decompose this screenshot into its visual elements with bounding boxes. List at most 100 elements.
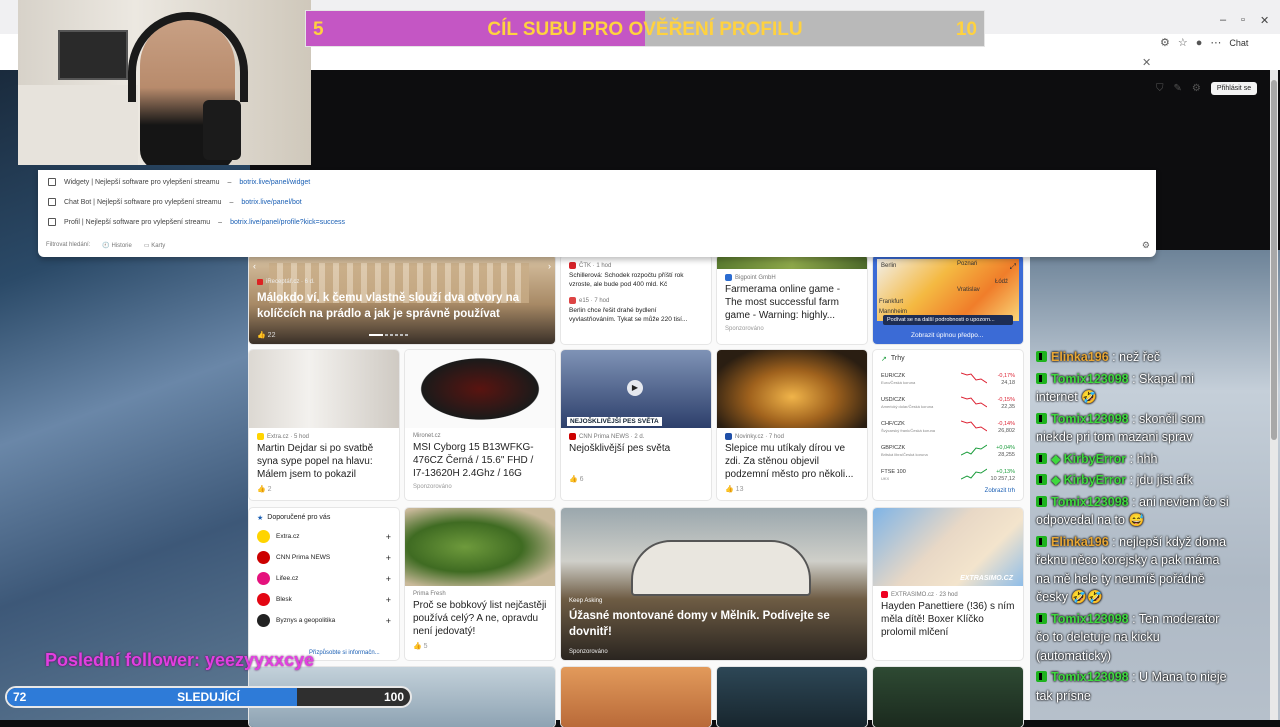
market-row[interactable]: GBP/CZK Britská libra/Česká koruna +0,04% 2… <box>881 437 1015 459</box>
diamond-badge-icon: ◆ <box>1051 451 1061 466</box>
weather-forecast-link[interactable]: Zobrazit úplnou předpo... <box>911 332 983 339</box>
homes-title[interactable]: Úžasné montované domy v Mělník. Podívejt… <box>569 608 839 640</box>
recommended-source[interactable]: Extra.cz + <box>257 530 391 543</box>
maximize-icon[interactable]: ▫ <box>1241 14 1245 26</box>
farmerama-title[interactable]: Farmerama online game - The most success… <box>725 283 859 322</box>
hero-article-card[interactable]: ‹ › iReceptář.cz · 6 d. Málokdo ví, k če… <box>249 255 555 344</box>
suggestion-bot[interactable]: Chat Bot | Nejlepší software pro vylepše… <box>48 198 302 206</box>
msi-title[interactable]: MSI Cyborg 15 B13WFKG-476CZ Černá / 15.6… <box>413 441 547 480</box>
weather-card[interactable]: Berlin Poznań Vratislav Frankfurt Mannhe… <box>873 255 1023 344</box>
markets-icon: ↗ <box>881 356 887 363</box>
dejdar-likes[interactable]: 👍 2 <box>257 485 391 493</box>
follow-plus-icon[interactable]: + <box>386 553 391 563</box>
news-list-card[interactable]: ČTK · 1 hod Schillerová: Schodek rozpočt… <box>561 255 711 344</box>
chevron-right-icon[interactable]: › <box>548 261 551 271</box>
article-card-hayden[interactable]: EXTRASIMO.CZ EXTRASIMO.cz · 23 hod Hayde… <box>873 508 1023 660</box>
chevron-left-icon[interactable]: ‹ <box>253 261 256 271</box>
weather-map[interactable]: Berlin Poznań Vratislav Frankfurt Mannhe… <box>877 259 1019 321</box>
homes-ad-card[interactable]: Keep Asking Úžasné montované domy v Měln… <box>561 508 867 660</box>
market-pair-sub: Euro/Česká koruna <box>881 380 916 385</box>
close-icon[interactable]: ✕ <box>1260 14 1269 27</box>
tabs-filter[interactable]: ▭ Karty <box>144 242 165 249</box>
follow-plus-icon[interactable]: + <box>386 616 391 626</box>
dejdar-title[interactable]: Martin Dejdar si po svatbě syna sype pop… <box>257 442 391 481</box>
scrollbar-thumb[interactable] <box>1271 80 1277 440</box>
article-card-bottom-2[interactable] <box>561 667 711 727</box>
source-logo-icon <box>257 530 270 543</box>
follow-plus-icon[interactable]: + <box>386 532 391 542</box>
follow-plus-icon[interactable]: + <box>386 595 391 605</box>
dog-likes[interactable]: 👍 6 <box>569 475 703 483</box>
market-row[interactable]: USD/CZK Americký dolar/Česká koruna -0,15%… <box>881 389 1015 411</box>
recommended-source[interactable]: Blesk + <box>257 593 391 606</box>
map-city-lodz: Łódź <box>995 279 1009 285</box>
market-row[interactable]: FTSE 100 UKX +0,13% 10 257,12 <box>881 461 1015 483</box>
hayden-source-label: EXTRASIMO.cz · 23 hod <box>891 591 958 598</box>
article-card-bottom-4[interactable] <box>873 667 1023 727</box>
suggestion-settings-icon[interactable]: ⚙ <box>1142 240 1150 251</box>
headset <box>128 12 248 102</box>
hayden-title[interactable]: Hayden Panettiere (!36) s ním měla dítě!… <box>881 600 1015 639</box>
article-card-hen[interactable]: Novinky.cz · 7 hod Slepice mu utíkaly dí… <box>717 350 867 500</box>
dejdar-source: Extra.cz · 5 hod <box>257 433 391 440</box>
recommended-source[interactable]: Byznys a geopolitika + <box>257 614 391 627</box>
news-title-1[interactable]: Schillerová: Schodek rozpočtu příští rok… <box>569 271 703 289</box>
bay-title[interactable]: Proč se bobkový list nejčastěji používá … <box>413 599 547 638</box>
market-row[interactable]: EUR/CZK Euro/Česká koruna -0,17% 24,18 <box>881 365 1015 387</box>
suggestion-widget[interactable]: Widgety | Nejlepší software pro vylepšen… <box>48 178 310 186</box>
recommended-source[interactable]: CNN Prima NEWS + <box>257 551 391 564</box>
article-card-dog[interactable]: ▶ NEJOŠKLIVĚJŠÍ PES SVĚTA CNN Prima NEWS… <box>561 350 711 500</box>
hen-likes[interactable]: 👍 13 <box>725 485 859 493</box>
filter-label: Filtrovat hledání: <box>46 242 91 248</box>
play-icon[interactable]: ▶ <box>627 380 643 396</box>
recommended-more[interactable]: Přizpůsobte si informačn... <box>309 650 380 656</box>
market-pair-sub: Britská libra/Česká koruna <box>881 452 928 457</box>
markets-card[interactable]: ↗ Trhy EUR/CZK Euro/Česká koruna -0,17% 24,1… <box>873 350 1023 500</box>
copilot-chat-button[interactable]: Chat <box>1229 38 1248 48</box>
follow-plus-icon[interactable]: + <box>386 574 391 584</box>
filter-icon[interactable]: ⛉ <box>1156 83 1164 94</box>
weather-alert[interactable]: Podívat se na další podrobnosti o upozor… <box>883 315 1013 325</box>
close-panel-icon[interactable]: ✕ <box>1142 56 1151 69</box>
edit-icon[interactable]: ✎ <box>1174 83 1182 94</box>
market-row[interactable]: CHF/CZK Švýcarský frank/Česká koruna -0,14… <box>881 413 1015 435</box>
chat-username: Tomix123098 <box>1051 494 1129 509</box>
article-card-msi[interactable]: Mironet.cz MSI Cyborg 15 B13WFKG-476CZ Č… <box>405 350 555 500</box>
farmerama-ad-card[interactable]: Bigpoint GmbH Farmerama online game - Th… <box>717 255 867 344</box>
suggestion-bot-sep: – <box>229 198 234 206</box>
news-source-1: ČTK · 1 hod <box>569 262 703 269</box>
chat-message: Elinka196 : nejlepší když doma řeknu něc… <box>1036 533 1236 607</box>
suggestion-profile[interactable]: Profil | Nejlepší software pro vylepšení… <box>48 218 345 226</box>
favorite-star-icon[interactable]: ☆ <box>1178 36 1188 49</box>
carousel-dots[interactable] <box>369 334 408 336</box>
article-card-bottom-3[interactable] <box>717 667 867 727</box>
map-city-berlin: Berlin <box>881 263 897 269</box>
markets-more-link[interactable]: Zobrazit trh <box>985 488 1015 494</box>
suggestion-widget-sep: – <box>227 178 232 186</box>
streamer-webcam <box>18 0 311 165</box>
recommended-source-name: Extra.cz <box>276 533 300 540</box>
last-follower-label: Poslední follower: yeezyyxxcye <box>45 650 315 670</box>
e15-logo-icon <box>569 297 576 304</box>
profile-icon[interactable]: ● <box>1196 37 1203 49</box>
hero-title[interactable]: Málokdo ví, k čemu vlastně slouží dva ot… <box>257 290 547 322</box>
hero-likes[interactable]: 👍 22 <box>257 331 275 339</box>
minimize-icon[interactable]: – <box>1220 14 1226 26</box>
article-card-bay[interactable]: Prima Fresh Proč se bobkový list nejčast… <box>405 508 555 660</box>
subscriber-badge-icon <box>1036 351 1047 362</box>
news-title-2[interactable]: Berlin chce řešit drahé bydlení vyvlastň… <box>569 306 703 324</box>
extensions-icon[interactable]: ⚙ <box>1160 36 1170 49</box>
bay-likes[interactable]: 👍 5 <box>413 642 547 650</box>
dog-likes-count: 6 <box>579 476 584 483</box>
more-menu-icon[interactable]: ⋯ <box>1210 36 1221 49</box>
hen-title[interactable]: Slepice mu utíkaly dírou ve zdi. Za stěn… <box>725 442 859 481</box>
recommended-source[interactable]: Lifee.cz + <box>257 572 391 585</box>
expand-map-icon[interactable]: ⤢ <box>1010 262 1016 272</box>
hen-likes-count: 13 <box>735 486 744 493</box>
history-filter[interactable]: 🕘 Historie <box>102 242 131 249</box>
settings-icon[interactable]: ⚙ <box>1192 83 1201 94</box>
login-button[interactable]: Přihlásit se <box>1210 82 1258 95</box>
chat-message: ◆ KirbyError : jdu jíst afk <box>1036 471 1236 490</box>
dog-title[interactable]: Nejošklivější pes světa <box>569 442 703 455</box>
article-card-dejdar[interactable]: Extra.cz · 5 hod Martin Dejdar si po sva… <box>249 350 399 500</box>
